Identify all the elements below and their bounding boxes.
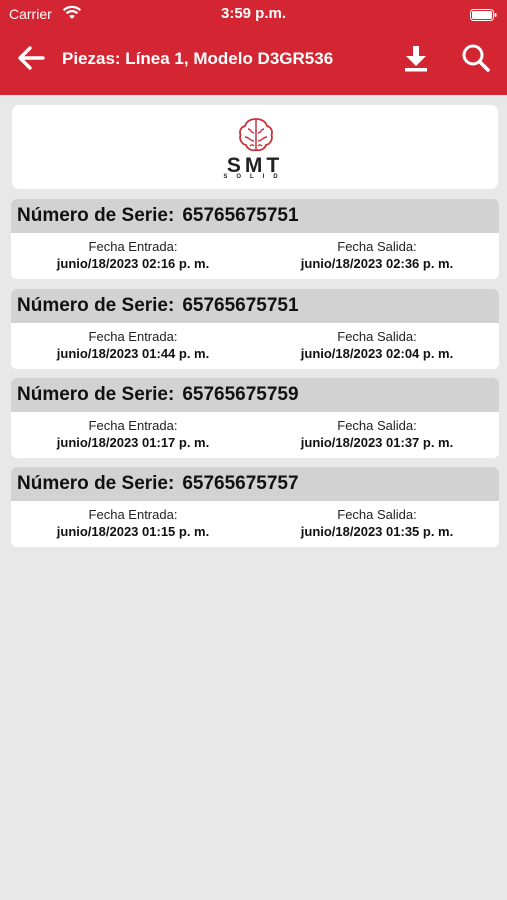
record-card[interactable]: Número de Serie: 65765675759 Fecha Entra… [11, 378, 499, 458]
serie-label: Número de Serie: [17, 384, 175, 405]
salida-label: Fecha Salida: [337, 507, 417, 522]
download-button[interactable] [400, 43, 432, 77]
entrada-value: junio/18/2023 02:16 p. m. [56, 256, 210, 271]
entrada-value: junio/18/2023 01:44 p. m. [56, 346, 210, 361]
salida-value: junio/18/2023 01:37 p. m. [300, 435, 454, 450]
serie-label: Número de Serie: [17, 473, 175, 494]
battery-icon [470, 8, 497, 21]
record-header: Número de Serie: 65765675751 [11, 199, 499, 233]
brain-icon [236, 115, 276, 155]
back-button[interactable] [14, 44, 48, 76]
entrada-value: junio/18/2023 01:15 p. m. [56, 524, 210, 539]
back-arrow-icon [17, 45, 45, 76]
salida-label: Fecha Salida: [337, 418, 417, 433]
salida-value: junio/18/2023 01:35 p. m. [300, 524, 454, 539]
serie-number: 65765675751 [182, 205, 299, 226]
salida-value: junio/18/2023 02:36 p. m. [300, 256, 454, 271]
entrada-label: Fecha Entrada: [88, 239, 178, 254]
serie-number: 65765675757 [182, 473, 299, 494]
salida-value: junio/18/2023 02:04 p. m. [300, 346, 454, 361]
record-header: Número de Serie: 65765675751 [11, 289, 499, 323]
salida-column: Fecha Salida: junio/18/2023 01:35 p. m. [255, 507, 499, 540]
download-icon [403, 44, 429, 77]
serie-label: Número de Serie: [17, 295, 175, 316]
serie-label: Número de Serie: [17, 205, 175, 226]
entrada-label: Fecha Entrada: [88, 329, 178, 344]
entrada-column: Fecha Entrada: junio/18/2023 02:16 p. m. [11, 239, 255, 272]
record-card[interactable]: Número de Serie: 65765675757 Fecha Entra… [11, 467, 499, 547]
search-icon [461, 43, 491, 78]
salida-column: Fecha Salida: junio/18/2023 02:36 p. m. [255, 239, 499, 272]
record-header: Número de Serie: 65765675759 [11, 378, 499, 412]
entrada-column: Fecha Entrada: junio/18/2023 01:15 p. m. [11, 507, 255, 540]
logo-subtext: SOLID [223, 174, 287, 180]
serie-number: 65765675751 [182, 295, 299, 316]
navigation-bar: Piezas: Línea 1, Modelo D3GR536 [0, 30, 507, 90]
clock: 3:59 p.m. [220, 5, 287, 22]
salida-label: Fecha Salida: [337, 239, 417, 254]
salida-column: Fecha Salida: junio/18/2023 02:04 p. m. [255, 329, 499, 362]
salida-column: Fecha Salida: junio/18/2023 01:37 p. m. [255, 418, 499, 451]
entrada-label: Fecha Entrada: [88, 418, 178, 433]
entrada-value: junio/18/2023 01:17 p. m. [56, 435, 210, 450]
serie-number: 65765675759 [182, 384, 299, 405]
entrada-label: Fecha Entrada: [88, 507, 178, 522]
app-header: Carrier 3:59 p.m. Piezas: Línea 1, Model… [0, 0, 507, 95]
logo-card: SMT SOLID [12, 105, 498, 189]
status-bar: Carrier 3:59 p.m. [0, 0, 507, 28]
entrada-column: Fecha Entrada: junio/18/2023 01:44 p. m. [11, 329, 255, 362]
record-card[interactable]: Número de Serie: 65765675751 Fecha Entra… [11, 289, 499, 369]
search-button[interactable] [459, 43, 493, 77]
entrada-column: Fecha Entrada: junio/18/2023 01:17 p. m. [11, 418, 255, 451]
salida-label: Fecha Salida: [337, 329, 417, 344]
record-card[interactable]: Número de Serie: 65765675751 Fecha Entra… [11, 199, 499, 279]
record-header: Número de Serie: 65765675757 [11, 467, 499, 501]
page-title: Piezas: Línea 1, Modelo D3GR536 [62, 49, 334, 68]
